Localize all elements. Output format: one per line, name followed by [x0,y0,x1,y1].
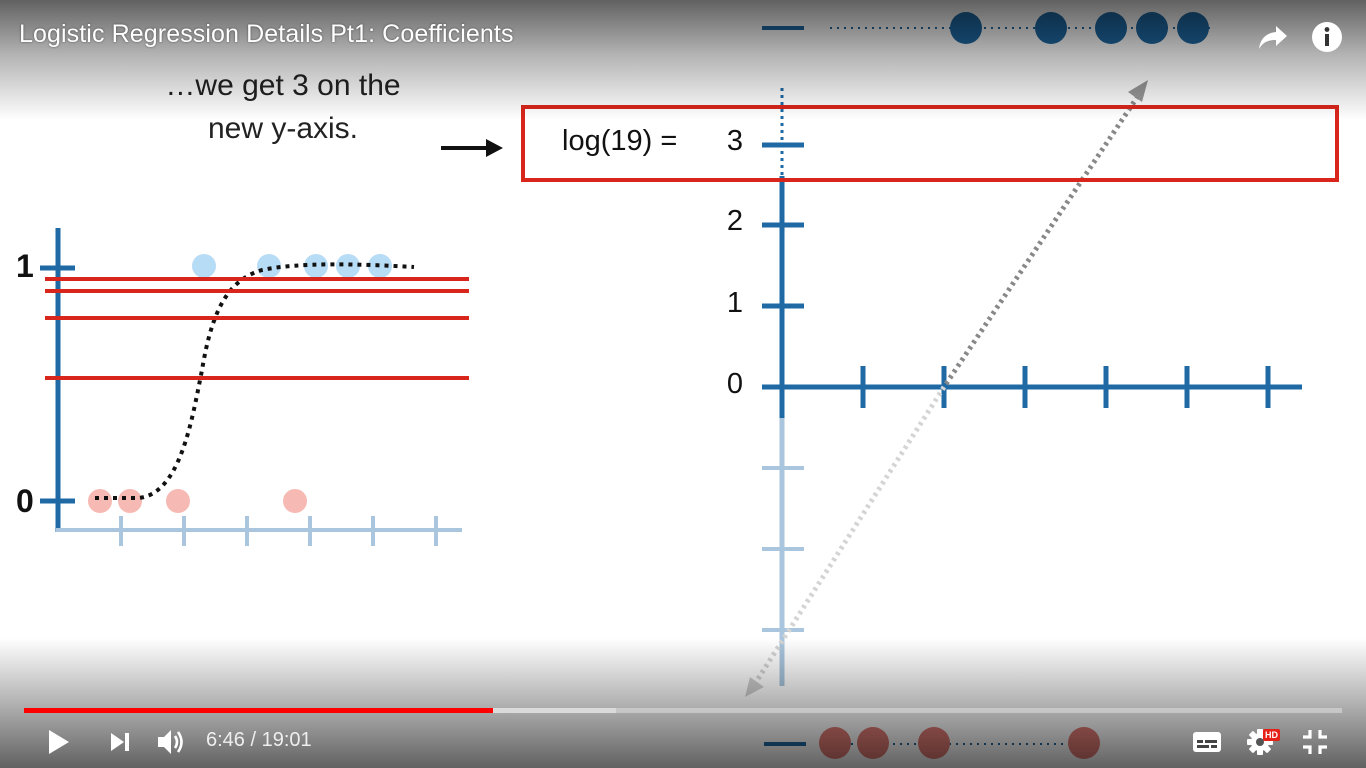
exit-fullscreen-button[interactable] [1297,722,1333,762]
video-frame[interactable]: …we get 3 on the new y-axis. log(19) = 3… [0,0,1366,768]
hd-badge: HD [1263,729,1280,741]
log-odds-label: log(19) = [562,125,678,157]
time-separator: / [244,729,262,751]
play-icon [49,730,69,754]
y-tick-label-1: 1 [726,287,744,319]
subtitles-button[interactable] [1189,722,1225,762]
left-y-tick-label-0: 0 [16,483,34,519]
next-button[interactable] [102,722,138,762]
caption-line-2: new y-axis. [207,112,359,145]
left-logistic-plot [40,228,469,546]
top-projected-points [762,12,1210,44]
right-log-odds-plot [521,80,1339,697]
duration: 19:01 [261,729,312,751]
progress-bar[interactable] [24,708,1342,713]
pointer-arrow [441,139,503,157]
share-button[interactable] [1256,20,1290,54]
next-icon [111,733,129,751]
subtitles-icon [1193,732,1221,752]
time-display: 6:46 / 19:01 [206,729,312,752]
share-arrow-icon [1259,26,1287,49]
volume-icon [158,730,183,754]
info-icon [1312,22,1342,52]
left-y-tick-label-1: 1 [16,248,34,284]
y-tick-label-2: 2 [726,205,744,237]
video-title[interactable]: Logistic Regression Details Pt1: Coeffic… [19,20,514,49]
slide-caption: …we get 3 on the new y-axis. [140,64,426,150]
volume-button[interactable] [152,722,192,762]
y-tick-label-0: 0 [726,368,744,400]
current-time: 6:46 [206,729,245,751]
progress-played [24,708,494,713]
y-tick-label-3: 3 [726,125,744,157]
caption-line-1: …we get 3 on the [165,69,401,102]
bottom-projected-points [764,727,1100,759]
settings-button[interactable] [1242,722,1278,762]
info-button[interactable] [1310,20,1344,54]
play-button[interactable] [40,722,78,762]
exit-fullscreen-icon [1303,730,1327,754]
